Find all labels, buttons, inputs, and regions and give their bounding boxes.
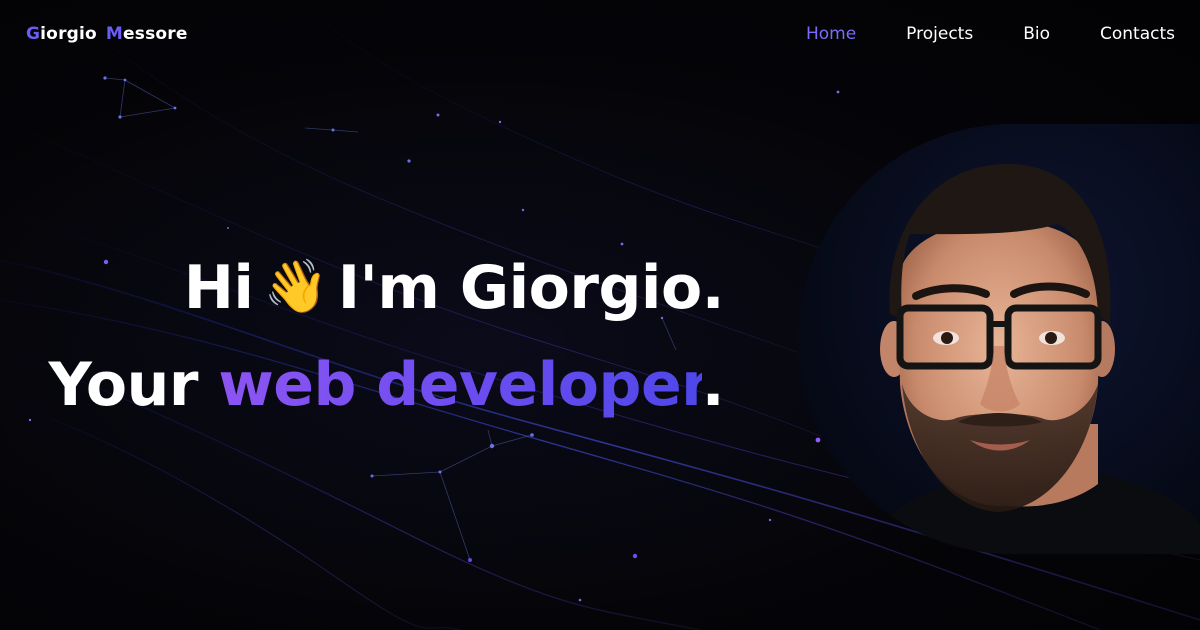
waving-hand-icon: 👋 — [263, 257, 328, 317]
nav-item-contacts[interactable]: Contacts — [1100, 24, 1175, 44]
hero-greeting: Hi 👋 I'm Giorgio. — [183, 253, 725, 323]
logo-first-rest: iorgio — [40, 24, 97, 44]
tagline-your: Your — [48, 350, 198, 420]
logo-last-rest: essore — [123, 24, 188, 44]
logo-last-name: Messore — [106, 24, 188, 44]
nav-item-home[interactable]: Home — [806, 24, 856, 44]
logo-first-name: Giorgio — [26, 24, 97, 44]
star-dots — [28, 76, 840, 602]
main-nav: Home Projects Bio Contacts — [806, 24, 1175, 44]
tagline-accent: web developer — [218, 350, 702, 420]
tagline-period: . — [701, 350, 725, 420]
logo-last-initial: M — [105, 24, 124, 44]
logo-first-initial: G — [26, 24, 41, 44]
site-logo[interactable]: Giorgio Messore — [26, 24, 188, 44]
hero-tagline: Your web developer. — [48, 350, 724, 420]
greeting-hi: Hi — [183, 253, 254, 323]
nav-item-bio[interactable]: Bio — [1023, 24, 1050, 44]
hero-page: Giorgio Messore Home Projects Bio Contact… — [0, 0, 1200, 630]
greeting-name: I'm Giorgio. — [337, 253, 725, 323]
nav-item-projects[interactable]: Projects — [906, 24, 973, 44]
